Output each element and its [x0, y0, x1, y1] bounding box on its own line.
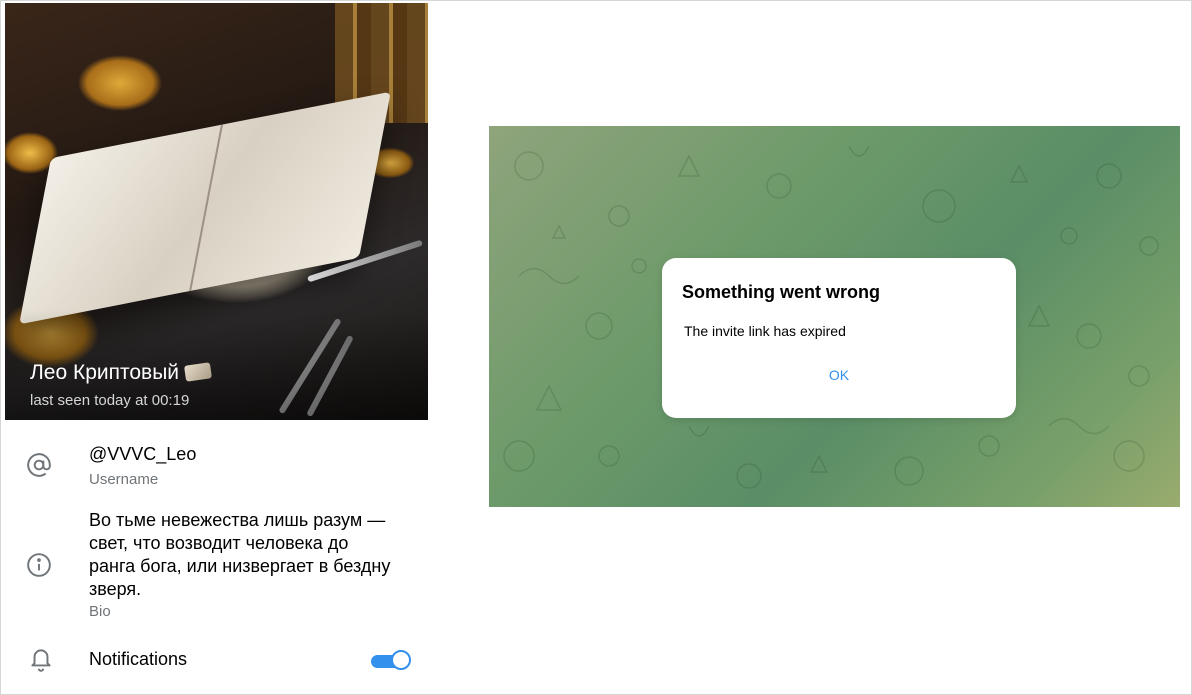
bio-line: ранга бога, или низвергает в бездну	[89, 556, 391, 576]
newspaper-emoji-icon	[184, 362, 213, 382]
toggle-knob	[391, 650, 411, 670]
dialog-title: Something went wrong	[682, 282, 880, 302]
ok-button[interactable]: OK	[816, 362, 862, 388]
username-label: Username	[89, 471, 159, 488]
last-seen-status: last seen today at 00:19	[30, 392, 190, 409]
bio-line: свет, что возводит человека до	[89, 533, 349, 553]
profile-name: Лео Криптовый	[30, 361, 213, 385]
dialog-message: The invite link has expired	[684, 323, 846, 339]
notifications-toggle[interactable]	[371, 650, 413, 670]
bio-line: зверя.	[89, 579, 142, 599]
cover-open-book	[19, 91, 391, 325]
bio-label: Bio	[89, 603, 111, 620]
bio-line: Во тьме невежества лишь разум —	[89, 510, 386, 530]
info-icon	[26, 552, 52, 578]
notifications-label: Notifications	[89, 649, 188, 669]
bell-icon	[28, 645, 54, 673]
error-dialog: Something went wrong The invite link has…	[662, 258, 1016, 418]
profile-cover-photo[interactable]: Лео Криптовый last seen today at 00:19	[5, 3, 428, 420]
at-sign-icon	[26, 452, 52, 478]
bio-text[interactable]: Во тьме невежества лишь разум — свет, чт…	[89, 509, 414, 601]
profile-name-text: Лео Криптовый	[30, 361, 180, 384]
username-value[interactable]: @VVVC_Leo	[89, 444, 196, 465]
